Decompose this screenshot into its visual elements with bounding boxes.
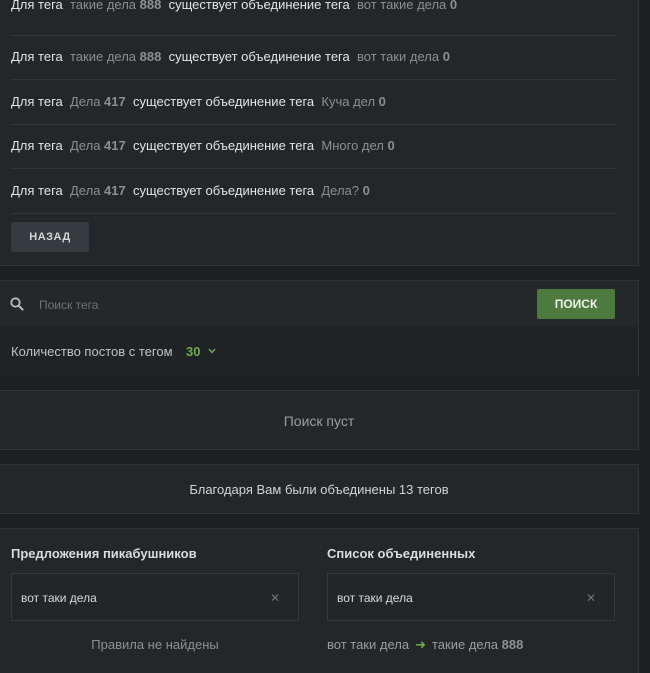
to-tag-count: 0: [442, 49, 450, 64]
from-tag-count: 417: [104, 94, 126, 109]
tag-search-panel: ПОИСК Количество постов с тегом 30: [0, 280, 639, 376]
back-button[interactable]: НАЗАД: [11, 222, 89, 252]
to-tag-count: 0: [378, 94, 386, 109]
to-tag[interactable]: Много дел: [321, 138, 384, 153]
from-tag[interactable]: Дела: [70, 138, 100, 153]
merge-row-text: Для тега такие дела 888 существует объед…: [11, 44, 450, 70]
suggestion-field-value: вот таки дела: [21, 591, 97, 605]
from-tag-count: 888: [139, 49, 162, 64]
from-tag[interactable]: Дела: [70, 94, 100, 109]
merge-row: Для тега Дела 417 существует объединение…: [11, 170, 616, 214]
to-tag-count: 0: [387, 138, 395, 153]
search-button[interactable]: ПОИСК: [537, 289, 615, 319]
search-icon: [10, 297, 24, 311]
merge-middle: существует объединение тега: [168, 49, 350, 64]
from-tag[interactable]: такие дела: [70, 0, 136, 12]
merged-from-tag: вот таки дела: [327, 637, 410, 652]
merge-prefix: Для тега: [11, 49, 63, 64]
merge-row: Для тега Дела 417 существует объединение…: [11, 125, 616, 169]
search-empty-text: Поиск пуст: [283, 413, 355, 429]
post-count-label: Количество постов с тегом: [11, 344, 173, 359]
merge-middle: существует объединение тега: [132, 183, 315, 198]
merge-row: Для тега такие дела 888 существует объед…: [11, 0, 616, 36]
post-count-filter[interactable]: Количество постов с тегом 30: [0, 327, 638, 376]
merge-row-text: Для тега такие дела 888 существует объед…: [11, 0, 457, 18]
merged-to-tag: такие дела: [431, 637, 499, 652]
merge-prefix: Для тега: [11, 94, 63, 109]
to-tag[interactable]: вот такие дела: [357, 0, 446, 12]
merge-row-text: Для тега Дела 417 существует объединение…: [11, 178, 370, 204]
merge-row: Для тега такие дела 888 существует объед…: [11, 36, 616, 80]
merged-item[interactable]: вот таки дела ➜ такие дела 888: [327, 637, 523, 653]
arrow-right-icon: ➜: [415, 637, 426, 652]
from-tag[interactable]: Дела: [70, 183, 100, 198]
tag-search-input[interactable]: [37, 293, 521, 317]
search-bar: ПОИСК: [0, 281, 638, 328]
from-tag-count: 417: [104, 138, 126, 153]
close-icon[interactable]: ✕: [270, 591, 280, 605]
from-tag[interactable]: такие дела: [70, 49, 136, 64]
from-tag-count: 888: [139, 0, 162, 12]
close-icon[interactable]: ✕: [586, 591, 596, 605]
merged-list-title: Список объединенных: [327, 546, 476, 561]
chevron-down-icon[interactable]: [208, 348, 216, 354]
to-tag[interactable]: вот таки дела: [357, 49, 439, 64]
post-count-value[interactable]: 30: [186, 344, 200, 359]
merge-prefix: Для тега: [11, 183, 63, 198]
merge-row: Для тега Дела 417 существует объединение…: [11, 81, 616, 125]
merged-to-count: 888: [501, 637, 524, 652]
thanks-panel: Благодаря Вам были объединены 13 тегов: [0, 464, 639, 514]
merge-middle: существует объединение тега: [132, 138, 315, 153]
to-tag[interactable]: Дела?: [321, 183, 359, 198]
merge-prefix: Для тега: [11, 138, 63, 153]
merged-field-value: вот таки дела: [337, 591, 413, 605]
suggestions-title: Предложения пикабушников: [11, 546, 197, 561]
from-tag-count: 417: [104, 183, 126, 198]
merge-suggestions-panel: Предложения пикабушников вот таки дела ✕…: [0, 528, 639, 673]
to-tag-count: 0: [449, 0, 458, 12]
tag-merge-list-panel: Для тега такие дела 888 существует объед…: [0, 0, 639, 266]
merge-middle: существует объединение тега: [168, 0, 350, 12]
thanks-text: Благодаря Вам были объединены 13 тегов: [189, 482, 449, 497]
search-results-panel: Поиск пуст: [0, 390, 639, 450]
merge-row-text: Для тега Дела 417 существует объединение…: [11, 133, 395, 159]
to-tag[interactable]: Куча дел: [321, 94, 375, 109]
merged-field[interactable]: вот таки дела ✕: [327, 573, 615, 621]
merge-middle: существует объединение тега: [132, 94, 315, 109]
suggestion-field[interactable]: вот таки дела ✕: [11, 573, 299, 621]
merge-prefix: Для тега: [11, 0, 63, 12]
merge-row-text: Для тега Дела 417 существует объединение…: [11, 89, 386, 115]
no-rules-text: Правила не найдены: [91, 637, 219, 652]
to-tag-count: 0: [362, 183, 370, 198]
